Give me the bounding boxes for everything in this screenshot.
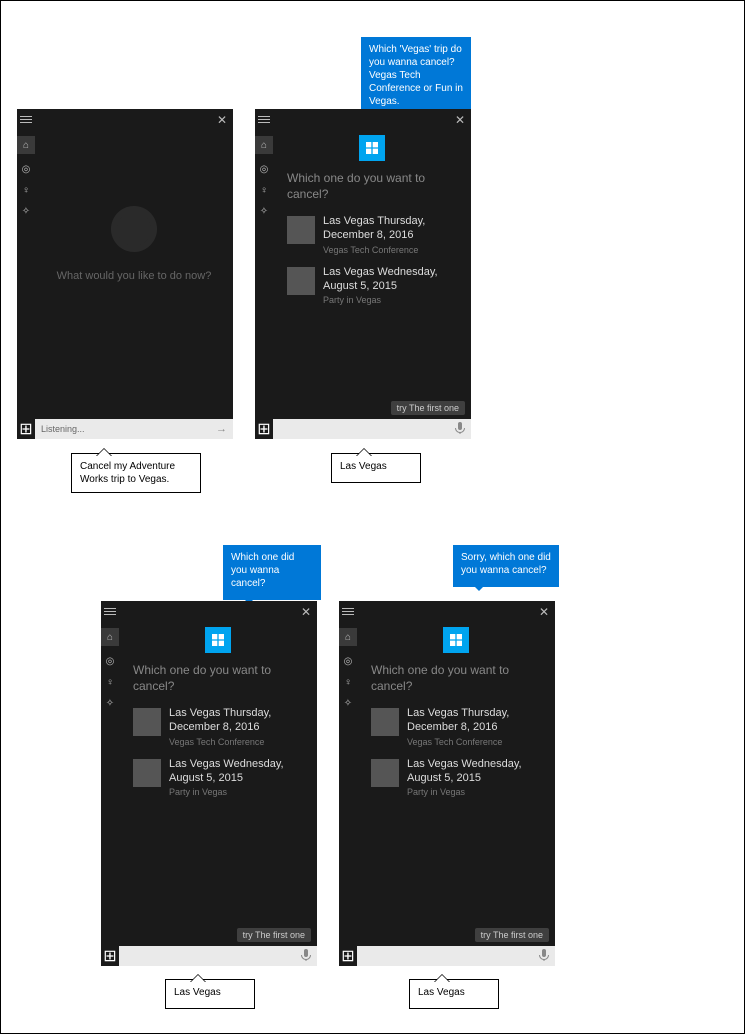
start-button[interactable]: ⊞ bbox=[101, 946, 119, 966]
sidebar: ⌂ ◎ ♀ ✧ bbox=[17, 109, 35, 419]
camera-icon[interactable]: ◎ bbox=[344, 656, 353, 667]
sidebar: ⌂ ◎ ♀ ✧ bbox=[101, 601, 119, 946]
option-subtitle: Vegas Tech Conference bbox=[407, 737, 541, 747]
sidebar: ⌂ ◎ ♀ ✧ bbox=[339, 601, 357, 946]
cortana-panel-idle: ⌂ ◎ ♀ ✧ ✕ What would you like to do now?… bbox=[17, 109, 233, 439]
user-utterance-callout: Las Vegas bbox=[331, 453, 421, 483]
option-title: Las Vegas Wednesday, August 5, 2015 bbox=[169, 757, 303, 786]
disambiguation-prompt: Which one do you want to cancel? bbox=[133, 663, 303, 694]
trip-option[interactable]: Las Vegas Thursday, December 8, 2016 Veg… bbox=[133, 706, 303, 747]
option-title: Las Vegas Wednesday, August 5, 2015 bbox=[407, 757, 541, 786]
camera-icon[interactable]: ◎ bbox=[260, 164, 269, 175]
option-subtitle: Party in Vegas bbox=[169, 787, 303, 797]
hamburger-icon[interactable] bbox=[342, 605, 354, 618]
search-input[interactable] bbox=[357, 946, 555, 966]
option-thumbnail bbox=[133, 759, 161, 787]
option-subtitle: Vegas Tech Conference bbox=[169, 737, 303, 747]
start-button[interactable]: ⊞ bbox=[255, 419, 273, 439]
option-subtitle: Vegas Tech Conference bbox=[323, 245, 457, 255]
trip-option[interactable]: Las Vegas Thursday, December 8, 2016 Veg… bbox=[371, 706, 541, 747]
start-button[interactable]: ⊞ bbox=[339, 946, 357, 966]
disambiguation-prompt: Which one do you want to cancel? bbox=[371, 663, 541, 694]
voice-hint-chip: try The first one bbox=[237, 928, 311, 942]
bulb-icon[interactable]: ♀ bbox=[22, 185, 30, 196]
voice-hint-chip: try The first one bbox=[391, 401, 465, 415]
mic-icon[interactable] bbox=[539, 949, 549, 964]
close-icon[interactable]: ✕ bbox=[301, 605, 311, 619]
mic-icon[interactable] bbox=[455, 422, 465, 437]
home-icon[interactable]: ⌂ bbox=[339, 628, 357, 646]
option-thumbnail bbox=[287, 216, 315, 244]
chat-icon[interactable]: ✧ bbox=[22, 206, 30, 217]
app-tile-icon bbox=[443, 627, 469, 653]
voice-hint-chip: try The first one bbox=[475, 928, 549, 942]
close-icon[interactable]: ✕ bbox=[539, 605, 549, 619]
user-utterance-callout: Cancel my Adventure Works trip to Vegas. bbox=[71, 453, 201, 493]
idle-prompt: What would you like to do now? bbox=[57, 270, 212, 282]
chat-icon[interactable]: ✧ bbox=[344, 698, 352, 709]
bulb-icon[interactable]: ♀ bbox=[106, 677, 114, 688]
user-utterance-callout: Las Vegas bbox=[165, 979, 255, 1009]
cortana-spoken-bubble: Which one did you wanna cancel? bbox=[223, 545, 321, 600]
option-thumbnail bbox=[287, 267, 315, 295]
chat-icon[interactable]: ✧ bbox=[260, 206, 268, 217]
app-tile-icon bbox=[205, 627, 231, 653]
trip-option[interactable]: Las Vegas Thursday, December 8, 2016 Veg… bbox=[287, 214, 457, 255]
cortana-spoken-bubble: Which 'Vegas' trip do you wanna cancel? … bbox=[361, 37, 471, 118]
mic-icon[interactable] bbox=[301, 949, 311, 964]
disambiguation-prompt: Which one do you want to cancel? bbox=[287, 171, 457, 202]
bulb-icon[interactable]: ♀ bbox=[344, 677, 352, 688]
cortana-panel-disambiguation: ⌂ ◎ ♀ ✧ ✕ Which one do you want to cance… bbox=[101, 601, 317, 966]
option-title: Las Vegas Thursday, December 8, 2016 bbox=[323, 214, 457, 243]
user-utterance-callout: Las Vegas bbox=[409, 979, 499, 1009]
search-input[interactable] bbox=[273, 419, 471, 439]
home-icon[interactable]: ⌂ bbox=[17, 136, 35, 154]
option-subtitle: Party in Vegas bbox=[407, 787, 541, 797]
option-title: Las Vegas Thursday, December 8, 2016 bbox=[407, 706, 541, 735]
trip-option[interactable]: Las Vegas Wednesday, August 5, 2015 Part… bbox=[133, 757, 303, 798]
search-input[interactable]: Listening... → bbox=[35, 419, 233, 439]
home-icon[interactable]: ⌂ bbox=[255, 136, 273, 154]
trip-option[interactable]: Las Vegas Wednesday, August 5, 2015 Part… bbox=[371, 757, 541, 798]
option-thumbnail bbox=[133, 708, 161, 736]
cortana-panel-disambiguation: ⌂ ◎ ♀ ✧ ✕ Which one do you want to cance… bbox=[255, 109, 471, 439]
cortana-panel-disambiguation: ⌂ ◎ ♀ ✧ ✕ Which one do you want to cance… bbox=[339, 601, 555, 966]
hamburger-icon[interactable] bbox=[20, 113, 32, 126]
hamburger-icon[interactable] bbox=[258, 113, 270, 126]
trip-option[interactable]: Las Vegas Wednesday, August 5, 2015 Part… bbox=[287, 265, 457, 306]
search-input[interactable] bbox=[119, 946, 317, 966]
search-placeholder: Listening... bbox=[41, 424, 216, 434]
start-button[interactable]: ⊞ bbox=[17, 419, 35, 439]
bulb-icon[interactable]: ♀ bbox=[260, 185, 268, 196]
camera-icon[interactable]: ◎ bbox=[22, 164, 31, 175]
option-title: Las Vegas Thursday, December 8, 2016 bbox=[169, 706, 303, 735]
chat-icon[interactable]: ✧ bbox=[106, 698, 114, 709]
close-icon[interactable]: ✕ bbox=[217, 113, 227, 127]
cortana-ring-icon bbox=[111, 206, 157, 252]
submit-arrow-icon[interactable]: → bbox=[216, 423, 227, 435]
hamburger-icon[interactable] bbox=[104, 605, 116, 618]
option-subtitle: Party in Vegas bbox=[323, 295, 457, 305]
close-icon[interactable]: ✕ bbox=[455, 113, 465, 127]
sidebar: ⌂ ◎ ♀ ✧ bbox=[255, 109, 273, 419]
option-thumbnail bbox=[371, 708, 399, 736]
home-icon[interactable]: ⌂ bbox=[101, 628, 119, 646]
camera-icon[interactable]: ◎ bbox=[106, 656, 115, 667]
app-tile-icon bbox=[359, 135, 385, 161]
cortana-spoken-bubble: Sorry, which one did you wanna cancel? bbox=[453, 545, 559, 587]
option-thumbnail bbox=[371, 759, 399, 787]
option-title: Las Vegas Wednesday, August 5, 2015 bbox=[323, 265, 457, 294]
